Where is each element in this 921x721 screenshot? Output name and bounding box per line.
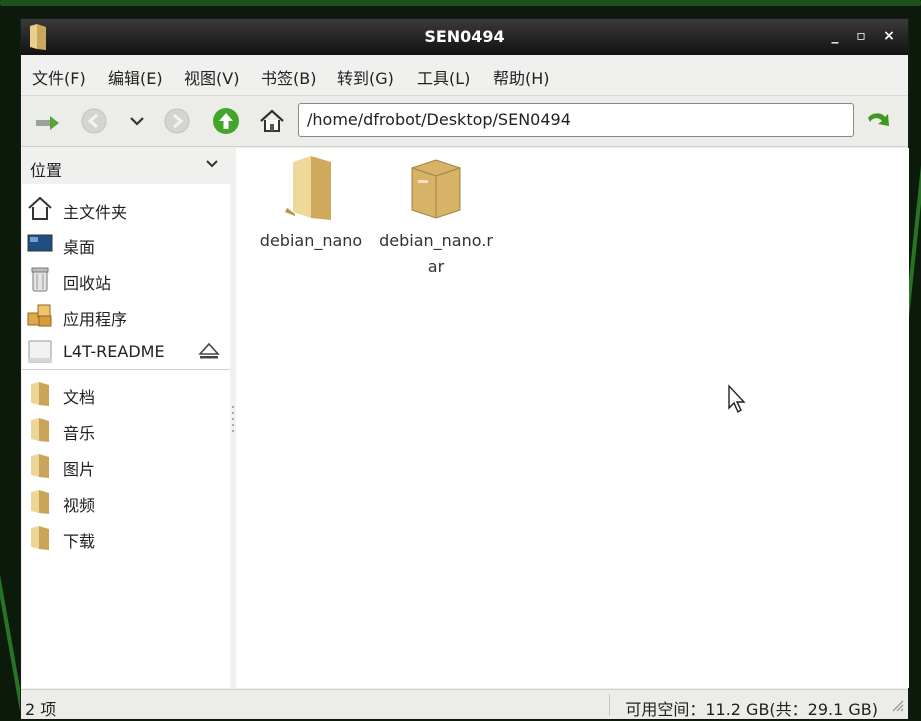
splitter-grip bbox=[232, 424, 234, 426]
sidebar-item-label: 文档 bbox=[63, 388, 96, 407]
folder-icon bbox=[31, 418, 49, 442]
sidebar-item-label: 应用程序 bbox=[63, 310, 128, 329]
sidebar-item-videos[interactable]: 视频 bbox=[22, 485, 230, 517]
splitter-grip bbox=[232, 412, 234, 414]
sidebar-title: 位置 bbox=[30, 161, 63, 180]
folder-icon bbox=[31, 490, 49, 514]
folder-icon bbox=[31, 454, 49, 478]
forward-icon[interactable] bbox=[162, 106, 192, 136]
desktop-icon bbox=[27, 234, 53, 252]
menu-help[interactable]: 帮助(H) bbox=[493, 65, 550, 89]
sidebar-item-label: 视频 bbox=[63, 496, 96, 515]
new-tab-icon[interactable] bbox=[33, 106, 63, 136]
maximize-button[interactable]: ▫ bbox=[850, 25, 872, 47]
chevron-down-icon[interactable] bbox=[204, 156, 220, 172]
home-icon[interactable] bbox=[257, 106, 287, 136]
sidebar-item-label: 桌面 bbox=[63, 238, 96, 257]
resize-grip-icon[interactable] bbox=[890, 698, 904, 712]
splitter-grip bbox=[232, 406, 234, 408]
splitter-grip bbox=[232, 418, 234, 420]
history-dropdown-icon[interactable] bbox=[122, 106, 152, 136]
sidebar: 位置 主文件夹 桌面 回收站 应用程序 L4T-README 文档 音乐 图片 … bbox=[22, 148, 231, 688]
home-icon bbox=[28, 196, 52, 220]
eject-icon[interactable] bbox=[198, 341, 220, 361]
mouse-cursor-icon bbox=[728, 384, 746, 414]
sidebar-item-pictures[interactable]: 图片 bbox=[22, 449, 230, 481]
folder-icon bbox=[31, 526, 49, 550]
drive-icon bbox=[28, 340, 52, 363]
status-separator bbox=[609, 694, 610, 716]
toolbar: /home/dfrobot/Desktop/SEN0494 bbox=[21, 96, 908, 147]
back-icon[interactable] bbox=[79, 106, 109, 136]
file-manager-window: SEN0494 _ ▫ × 文件(F) 编辑(E) 视图(V) 书签(B) 转到… bbox=[20, 18, 909, 719]
menu-tools[interactable]: 工具(L) bbox=[417, 65, 470, 89]
folder-icon bbox=[285, 156, 331, 220]
file-name: debian_nano bbox=[259, 231, 363, 250]
go-icon[interactable] bbox=[864, 106, 894, 136]
sidebar-item-label: 音乐 bbox=[63, 424, 96, 443]
menu-bookmarks[interactable]: 书签(B) bbox=[261, 65, 316, 89]
window-title: SEN0494 bbox=[424, 27, 505, 46]
item-count: 2 项 bbox=[25, 700, 57, 719]
menu-bar: 文件(F) 编辑(E) 视图(V) 书签(B) 转到(G) 工具(L) 帮助(H… bbox=[21, 55, 908, 96]
sidebar-item-desktop[interactable]: 桌面 bbox=[22, 227, 230, 259]
sidebar-item-label: 下载 bbox=[63, 532, 96, 551]
sidebar-header[interactable]: 位置 bbox=[22, 148, 230, 184]
sidebar-item-label: L4T-README bbox=[63, 342, 165, 361]
up-icon[interactable] bbox=[211, 106, 241, 136]
sidebar-divider bbox=[22, 369, 230, 370]
address-bar[interactable]: /home/dfrobot/Desktop/SEN0494 bbox=[298, 103, 854, 137]
applications-icon bbox=[27, 304, 52, 327]
file-name: debian_nano.rar bbox=[379, 231, 493, 276]
close-button[interactable]: × bbox=[878, 25, 900, 47]
sidebar-item-label: 主文件夹 bbox=[63, 203, 128, 222]
sidebar-item-applications[interactable]: 应用程序 bbox=[22, 299, 230, 331]
menu-edit[interactable]: 编辑(E) bbox=[108, 65, 163, 89]
file-view[interactable]: debian_nano debian_nano.rar bbox=[236, 148, 909, 688]
minimize-button[interactable]: _ bbox=[824, 25, 846, 47]
sidebar-item-trash[interactable]: 回收站 bbox=[22, 263, 230, 295]
sidebar-item-home[interactable]: 主文件夹 bbox=[22, 192, 230, 224]
menu-go[interactable]: 转到(G) bbox=[337, 65, 394, 89]
menu-view[interactable]: 视图(V) bbox=[184, 65, 239, 89]
free-space: 可用空间：11.2 GB(共：29.1 GB) bbox=[625, 700, 878, 719]
folder-icon bbox=[31, 382, 49, 406]
desktop-background bbox=[0, 0, 921, 6]
status-bar: 2 项 可用空间：11.2 GB(共：29.1 GB) bbox=[21, 689, 908, 719]
sidebar-item-documents[interactable]: 文档 bbox=[22, 377, 230, 409]
splitter-grip bbox=[232, 430, 234, 432]
title-bar[interactable]: SEN0494 _ ▫ × bbox=[21, 19, 908, 55]
sidebar-item-downloads[interactable]: 下载 bbox=[22, 521, 230, 553]
sidebar-item-label: 回收站 bbox=[63, 274, 112, 293]
sidebar-item-l4t-readme[interactable]: L4T-README bbox=[22, 335, 230, 367]
archive-icon bbox=[411, 159, 461, 219]
sidebar-item-label: 图片 bbox=[63, 460, 96, 479]
trash-icon bbox=[31, 267, 49, 292]
sidebar-item-music[interactable]: 音乐 bbox=[22, 413, 230, 445]
menu-file[interactable]: 文件(F) bbox=[32, 65, 86, 89]
